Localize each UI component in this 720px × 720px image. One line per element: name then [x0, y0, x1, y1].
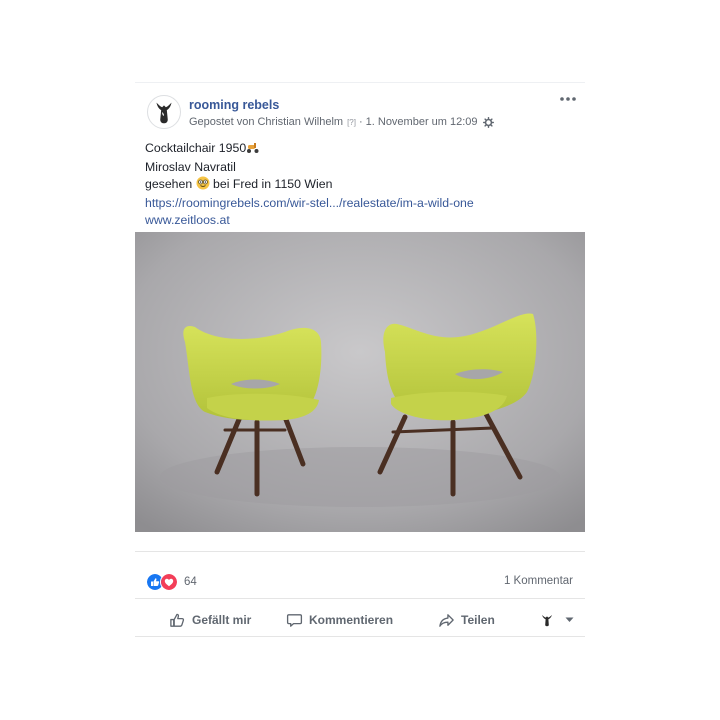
share-arrow-icon — [439, 613, 454, 627]
realestate-link[interactable]: https://roomingrebels.com/wir-stel.../re… — [145, 196, 474, 210]
more-dots-icon — [560, 97, 576, 101]
page-identity-selector[interactable] — [540, 609, 580, 631]
love-reaction-icon — [160, 573, 178, 591]
chevron-down-icon — [565, 617, 574, 622]
deer-antler-logo-icon — [156, 102, 172, 124]
post-title-text: Cocktailchair 1950 — [145, 141, 247, 155]
share-label: Teilen — [461, 613, 495, 627]
facebook-post: rooming rebels Gepostet von Christian Wi… — [135, 82, 585, 638]
action-bar: Gefällt mir Kommentieren Teilen — [135, 609, 585, 631]
gear-icon[interactable] — [482, 116, 494, 128]
post-line-1: Cocktailchair 1950 — [145, 140, 474, 159]
post-line-3-start: gesehen — [145, 177, 193, 191]
reactions-summary[interactable]: 64 — [146, 573, 197, 591]
post-line-3-end: bei Fred in 1150 Wien — [213, 177, 333, 191]
thumbs-up-icon — [170, 613, 185, 627]
post-meta: Gepostet von Christian Wilhelm [?] · 1. … — [189, 116, 494, 128]
comment-bubble-icon — [286, 613, 303, 627]
divider — [135, 636, 585, 637]
help-marker[interactable]: [?] — [347, 118, 356, 127]
comment-label: Kommentieren — [309, 613, 394, 627]
page-avatar[interactable] — [147, 95, 181, 129]
share-button[interactable]: Teilen — [438, 609, 495, 631]
reaction-count: 64 — [184, 576, 197, 588]
post-date-link[interactable]: 1. November um 12:09 — [366, 116, 478, 128]
nerd-face-emoji-icon — [196, 176, 210, 195]
cocktail-chairs-image — [135, 232, 585, 532]
comment-count-link[interactable]: 1 Kommentar — [504, 575, 573, 587]
divider — [135, 598, 585, 599]
post-line-2: Miroslav Navratil — [145, 160, 236, 174]
meta-separator: · — [358, 116, 363, 128]
post-photo[interactable] — [135, 232, 585, 532]
comment-button[interactable]: Kommentieren — [286, 609, 393, 631]
post-text: Cocktailchair 1950 Miroslav Navratil ges… — [145, 140, 474, 229]
more-options-button[interactable] — [557, 91, 579, 107]
page-name-link[interactable]: rooming rebels — [189, 98, 279, 112]
divider — [135, 551, 585, 552]
posted-by-text[interactable]: Gepostet von Christian Wilhelm — [189, 116, 343, 128]
post-line-3: gesehen bei Fred in 1150 Wien — [145, 176, 474, 195]
zeitloos-link[interactable]: www.zeitloos.at — [145, 213, 230, 227]
scooter-emoji-icon — [246, 142, 260, 159]
deer-antler-logo-small-icon — [542, 615, 552, 627]
like-button[interactable]: Gefällt mir — [169, 609, 251, 631]
like-label: Gefällt mir — [192, 613, 252, 627]
